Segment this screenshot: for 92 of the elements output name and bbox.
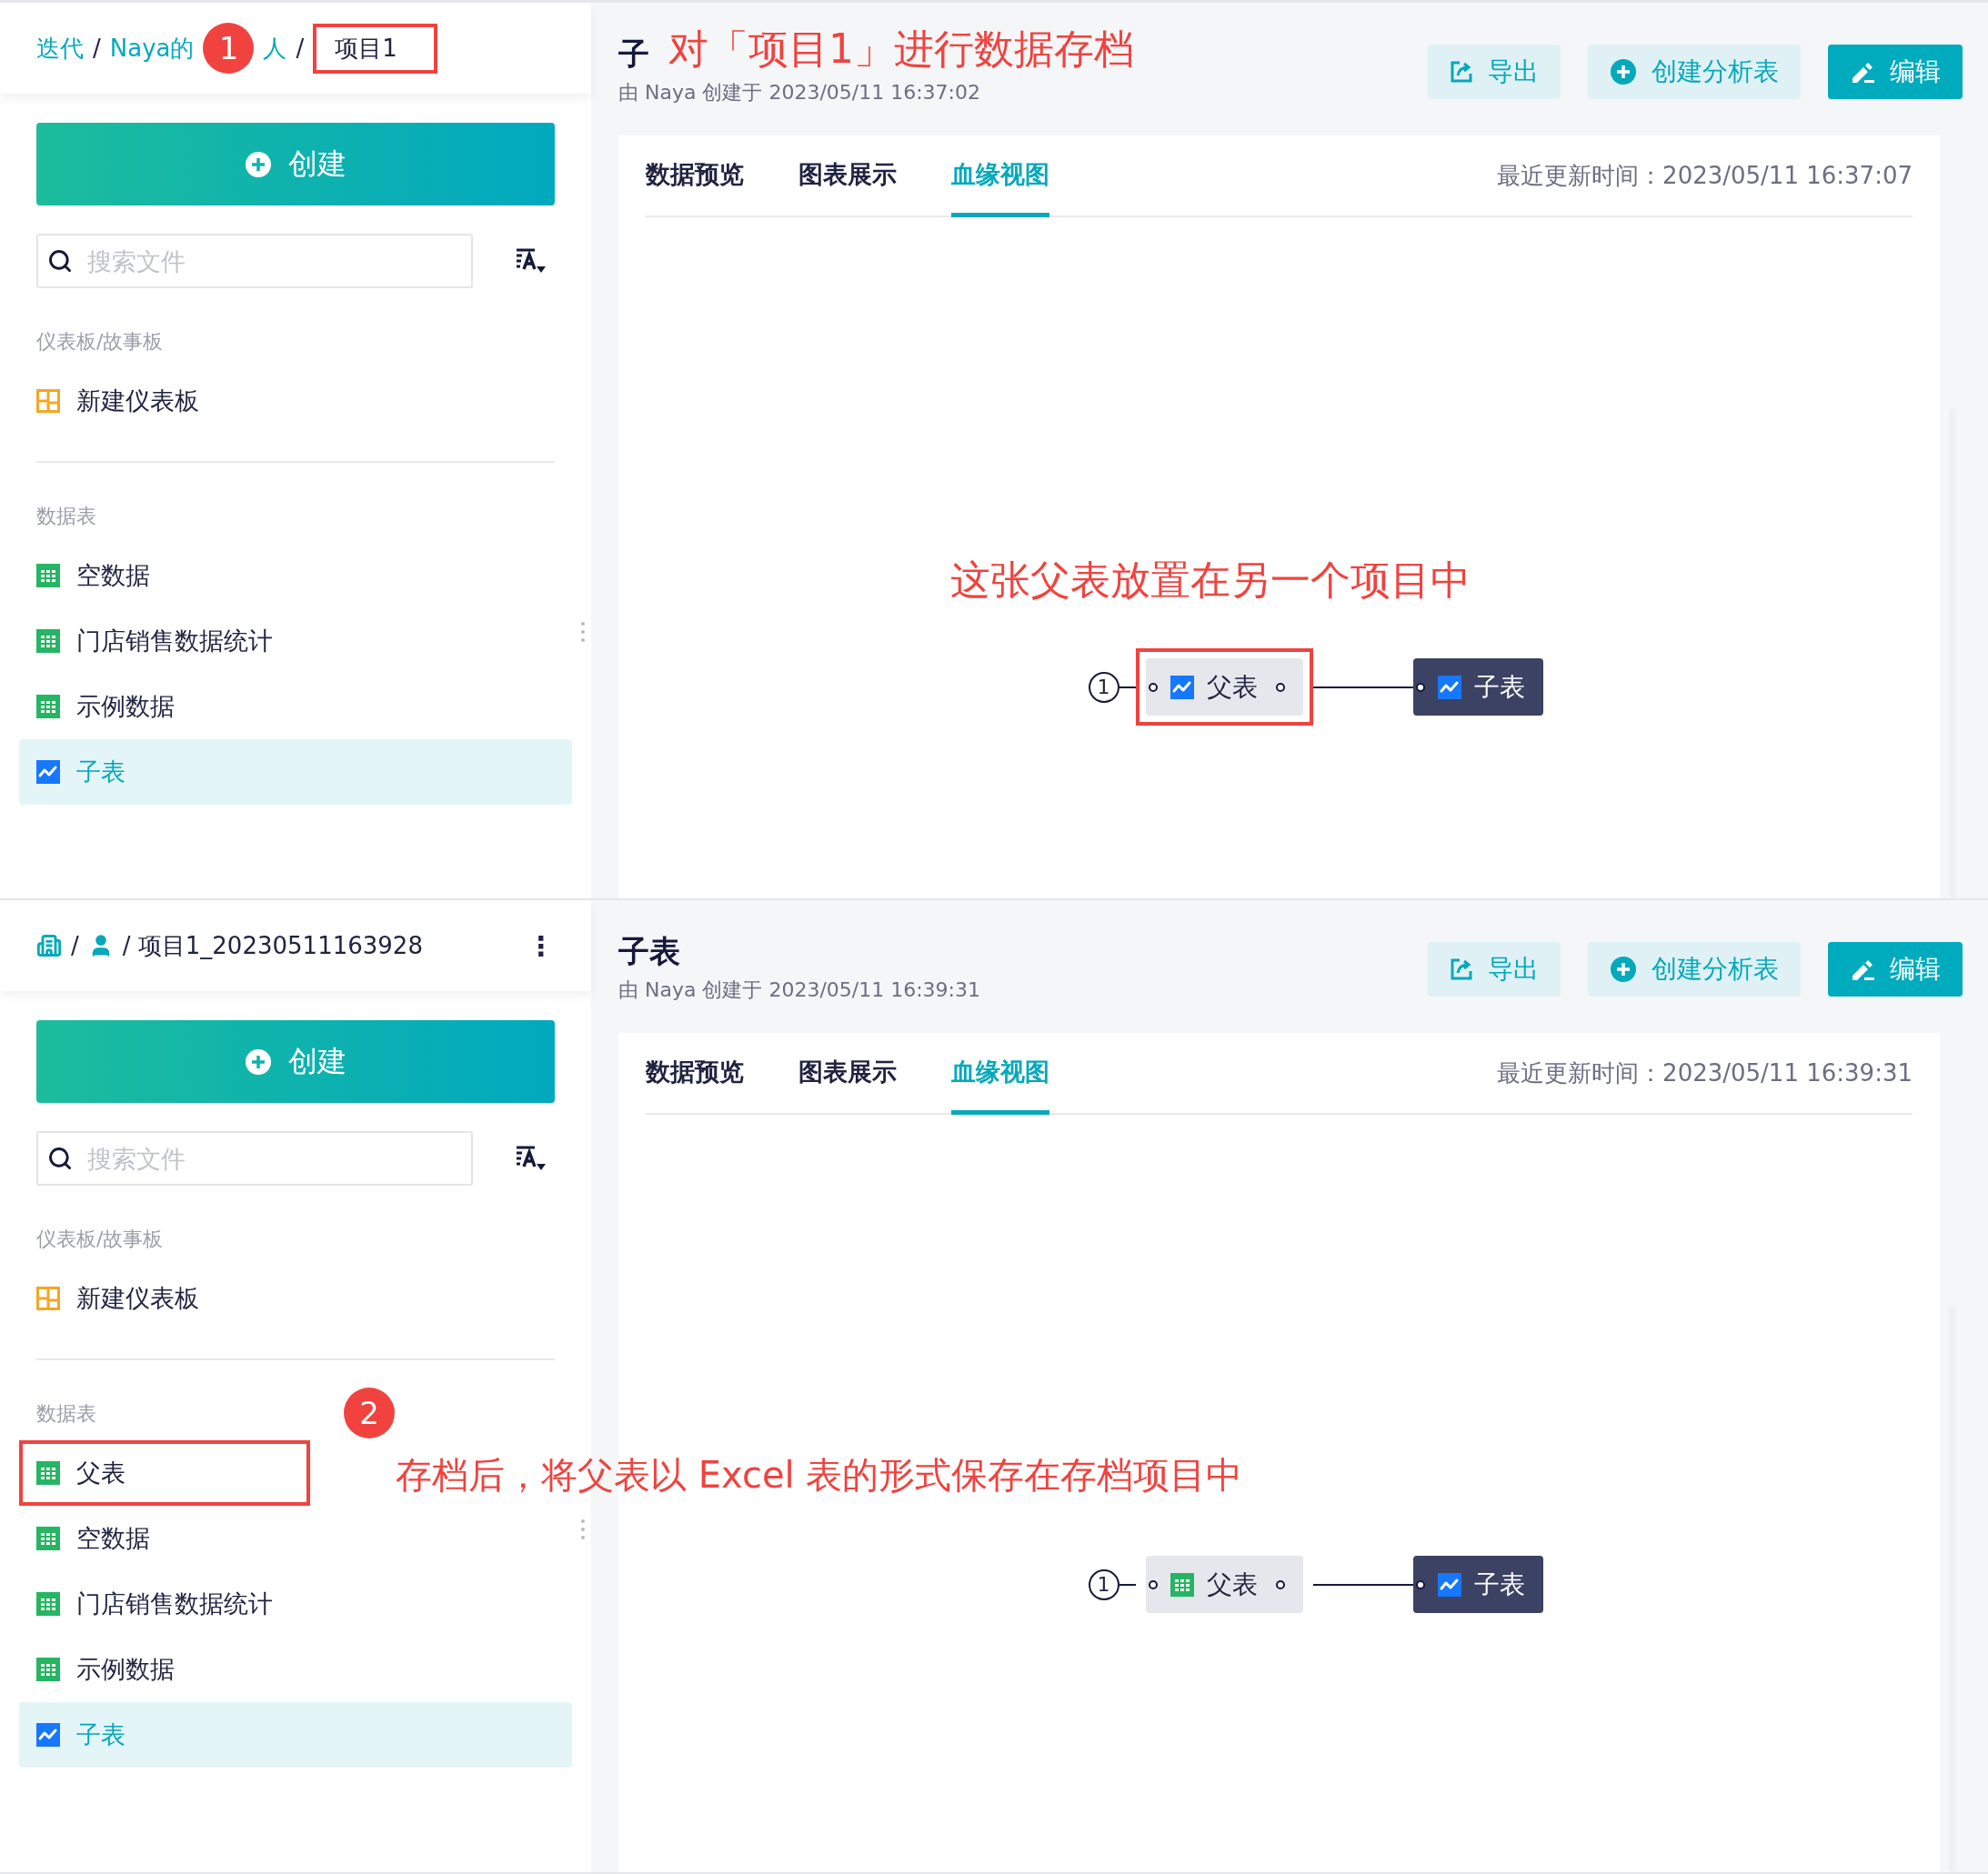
breadcrumb-separator: /	[71, 932, 79, 959]
pencil-icon	[1850, 60, 1875, 84]
item-label: 父表	[76, 1458, 126, 1488]
connector-line	[1119, 1583, 1136, 1586]
table-icon	[36, 629, 60, 653]
resize-handle-icon[interactable]	[580, 1518, 586, 1540]
line-chart-icon	[36, 1723, 60, 1747]
list-item[interactable]: 门店销售数据统计	[19, 608, 572, 674]
tab[interactable]: 数据预览	[646, 135, 744, 217]
port-icon	[1275, 682, 1285, 692]
pencil-icon	[1850, 957, 1875, 981]
plus-circle-icon	[1610, 58, 1637, 85]
dashboard-icon	[36, 1287, 60, 1310]
port-icon	[1415, 1579, 1425, 1589]
index-circle: 1	[1088, 671, 1120, 703]
breadcrumb-separator: /	[296, 35, 305, 62]
item-label: 示例数据	[76, 1654, 175, 1685]
search-icon	[47, 1146, 73, 1171]
section-label: 仪表板/故事板	[36, 329, 164, 355]
annotation-note: 存档后，将父表以 Excel 表的形式保存在存档项目中	[396, 1453, 1243, 1498]
breadcrumb-current: / 项目1_20230511163928	[122, 930, 423, 961]
breadcrumb-current: 项目1	[335, 34, 397, 62]
port-icon	[1148, 682, 1158, 692]
list-item[interactable]: 空数据	[19, 1506, 572, 1571]
index-circle: 1	[1088, 1568, 1120, 1600]
created-info: 由 Naya 创建于 2023/05/11 16:37:02	[618, 80, 981, 105]
search-icon	[47, 248, 73, 274]
list-item[interactable]: 空数据	[19, 543, 572, 608]
port-icon	[1275, 1579, 1285, 1589]
list-item[interactable]: 示例数据	[19, 1637, 572, 1702]
resize-handle-icon[interactable]	[580, 621, 586, 643]
page-title: 子	[618, 35, 649, 74]
node-label: 父表	[1206, 670, 1258, 704]
list-item[interactable]: 父表	[19, 1440, 310, 1506]
line-chart-icon	[1437, 1572, 1461, 1597]
search-field[interactable]: 搜索文件	[36, 1131, 473, 1186]
export-icon	[1450, 957, 1473, 981]
table-icon	[36, 1592, 60, 1616]
port-icon	[1148, 1579, 1158, 1589]
plus-circle-icon	[245, 1047, 272, 1076]
parent-node[interactable]: 父表	[1145, 1556, 1303, 1613]
item-label: 空数据	[76, 560, 150, 591]
child-node[interactable]: 子表	[1412, 1556, 1543, 1613]
last-updated: 最近更新时间：2023/05/11 16:37:07	[1497, 160, 1913, 191]
table-icon	[36, 564, 60, 587]
tab[interactable]: 图表展示	[798, 135, 897, 217]
section-label: 数据表	[36, 504, 96, 529]
node-label: 父表	[1206, 1568, 1258, 1601]
item-label: 子表	[76, 1719, 126, 1750]
line-chart-icon	[36, 760, 60, 784]
parent-node[interactable]: 父表	[1145, 658, 1303, 716]
last-updated: 最近更新时间：2023/05/11 16:39:31	[1497, 1057, 1913, 1088]
line-chart-icon	[1170, 675, 1194, 699]
annotation-note: 对「项目1」进行数据存档	[668, 25, 1134, 74]
list-item[interactable]: 新建仪表板	[19, 1266, 572, 1331]
tab[interactable]: 图表展示	[798, 1033, 897, 1115]
list-item[interactable]: 示例数据	[19, 674, 572, 739]
created-info: 由 Naya 创建于 2023/05/11 16:39:31	[618, 977, 981, 1003]
plus-circle-icon	[1610, 956, 1637, 983]
export-icon	[1450, 60, 1473, 84]
item-label: 门店销售数据统计	[76, 626, 273, 656]
list-item[interactable]: 门店销售数据统计	[19, 1571, 572, 1637]
section-label: 数据表	[36, 1401, 96, 1427]
building-icon[interactable]	[36, 933, 62, 958]
table-icon	[36, 695, 60, 718]
table-icon	[1170, 1572, 1194, 1597]
child-node[interactable]: 子表	[1412, 658, 1543, 716]
annotation-note: 这张父表放置在另一个项目中	[950, 556, 1471, 605]
search-field[interactable]: 搜索文件	[36, 234, 473, 288]
section-label: 仪表板/故事板	[36, 1227, 164, 1252]
table-icon	[36, 1461, 60, 1485]
table-icon	[36, 1658, 60, 1681]
breadcrumb-separator: /	[93, 35, 101, 62]
line-chart-icon	[1437, 675, 1461, 699]
node-label: 子表	[1473, 1568, 1525, 1601]
plus-circle-icon	[245, 150, 272, 178]
item-label: 门店销售数据统计	[76, 1588, 273, 1619]
tab[interactable]: 数据预览	[646, 1033, 744, 1115]
item-label: 新建仪表板	[76, 1283, 199, 1314]
list-item[interactable]: 新建仪表板	[19, 368, 572, 434]
item-label: 新建仪表板	[76, 386, 199, 416]
node-label: 子表	[1473, 670, 1525, 704]
table-icon	[36, 1527, 60, 1550]
more-menu-icon[interactable]: ⋮	[527, 929, 555, 962]
item-label: 子表	[76, 757, 126, 787]
connector-line	[1119, 686, 1136, 688]
item-label: 空数据	[76, 1523, 150, 1554]
dashboard-icon	[36, 389, 60, 413]
step-badge: 1	[203, 23, 255, 74]
port-icon	[1415, 682, 1425, 692]
item-label: 示例数据	[76, 691, 175, 722]
page-title: 子表	[618, 932, 680, 971]
